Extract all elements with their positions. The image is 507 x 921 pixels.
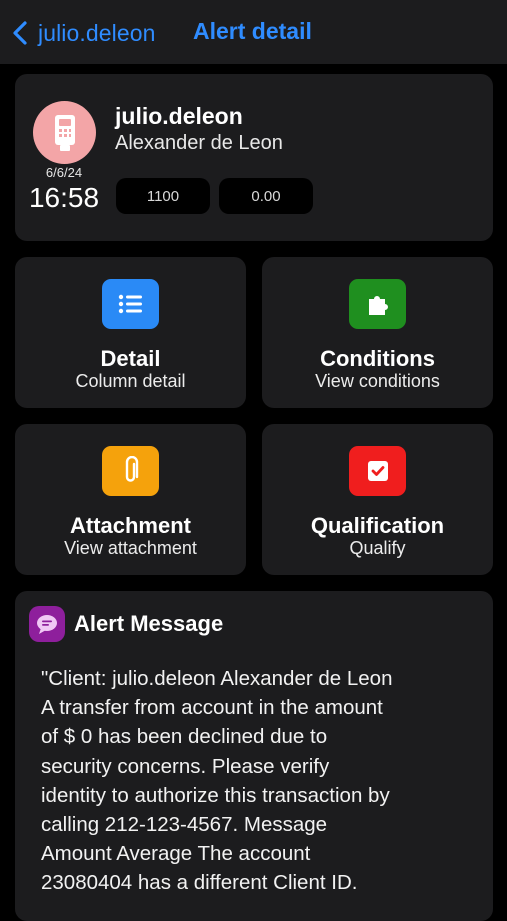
alert-time: 16:58 [28, 182, 100, 213]
puzzle-icon [349, 279, 406, 329]
chat-bubble-icon [29, 606, 65, 642]
qualification-subtitle: Qualify [349, 538, 406, 558]
payment-terminal-icon [54, 114, 75, 151]
list-icon [102, 279, 159, 329]
attachment-title: Attachment [69, 513, 191, 538]
profile-full-name: Alexander de Leon [115, 132, 283, 154]
qualification-tile[interactable]: Qualification Qualify [262, 424, 493, 575]
profile-card: 6/6/24 16:58 julio.deleon Alexander de L… [15, 74, 493, 241]
detail-subtitle: Column detail [75, 371, 186, 391]
value-badge-2: 0.00 [219, 178, 313, 214]
navigation-bar: julio.deleon Alert detail [0, 0, 507, 64]
conditions-subtitle: View conditions [315, 371, 440, 391]
back-button[interactable]: julio.deleon [10, 14, 156, 52]
conditions-tile[interactable]: Conditions View conditions [262, 257, 493, 408]
attachment-tile[interactable]: Attachment View attachment [15, 424, 246, 575]
alert-message-title: Alert Message [74, 611, 224, 636]
chevron-left-icon [13, 21, 27, 45]
qualification-title: Qualification [310, 513, 445, 538]
checkbox-icon [349, 446, 406, 496]
attachment-subtitle: View attachment [64, 538, 197, 558]
alert-date: 6/6/24 [45, 165, 83, 180]
alert-message-body: "Client: julio.deleon Alexander de Leon … [41, 667, 393, 895]
avatar [33, 101, 96, 164]
detail-title: Detail [100, 346, 161, 371]
page-title: Alert detail [193, 18, 312, 44]
value-badge-1: 1100 [116, 178, 210, 214]
profile-username: julio.deleon [115, 103, 243, 129]
paperclip-icon [102, 446, 159, 496]
back-button-label: julio.deleon [38, 19, 156, 46]
alert-message-card: Alert Message "Client: julio.deleon Alex… [15, 591, 493, 921]
conditions-title: Conditions [320, 346, 435, 371]
detail-tile[interactable]: Detail Column detail [15, 257, 246, 408]
